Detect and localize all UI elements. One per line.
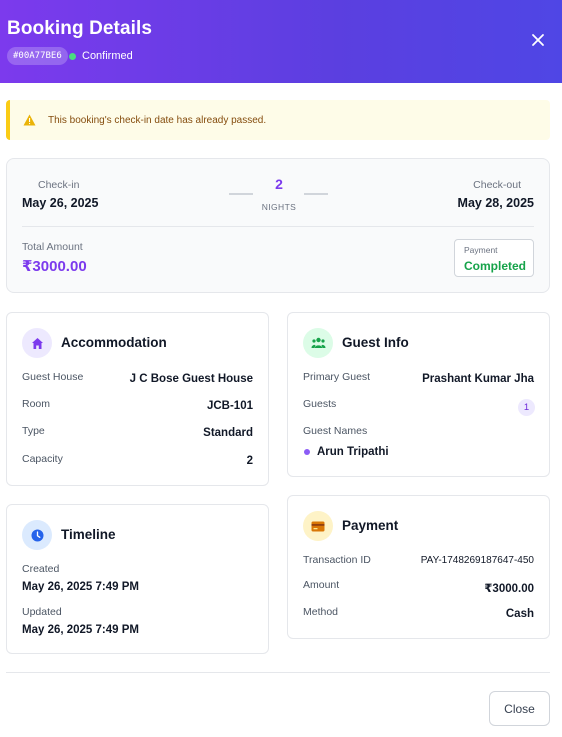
method-label: Method — [303, 606, 339, 618]
modal-header: Booking Details #00A77BE6 Confirmed — [0, 0, 562, 83]
close-button[interactable]: Close — [489, 691, 550, 726]
stay-summary: Check-in May 26, 2025 2 NIGHTS Check-out… — [6, 158, 550, 293]
type-label: Type — [22, 425, 45, 437]
alert-text: This booking's check-in date has already… — [48, 114, 267, 126]
room-label: Room — [22, 398, 51, 410]
warning-icon — [23, 113, 37, 127]
transaction-id-label: Transaction ID — [303, 554, 371, 566]
accommodation-card: Accommodation Guest House J C Bose Guest… — [6, 312, 269, 486]
guest-house-value: J C Bose Guest House — [129, 373, 253, 385]
payment-status-label: Payment — [464, 245, 498, 255]
guest-names-label: Guest Names — [303, 425, 368, 437]
clock-icon — [22, 520, 52, 550]
type-value: Standard — [203, 427, 253, 439]
footer-divider — [6, 672, 550, 673]
home-icon — [22, 328, 52, 358]
updated-value: May 26, 2025 7:49 PM — [22, 624, 139, 636]
room-value: JCB-101 — [206, 400, 253, 412]
summary-divider — [22, 226, 534, 227]
checkout-label: Check-out — [473, 179, 521, 191]
primary-guest-value: Prashant Kumar Jha — [422, 373, 534, 385]
status-dot-icon — [69, 52, 76, 60]
nights-count: 2 — [275, 176, 283, 192]
payment-card: Payment Transaction ID PAY-1748269187647… — [287, 495, 550, 639]
booking-status: Confirmed — [69, 48, 133, 64]
modal-title: Booking Details — [7, 18, 153, 39]
guests-count-badge: 1 — [518, 399, 535, 416]
amount-value: ₹3000.00 — [484, 583, 534, 595]
timeline-title: Timeline — [61, 527, 116, 542]
updated-label: Updated — [22, 606, 62, 618]
amount-label: Amount — [303, 579, 340, 591]
nights-divider-right — [304, 193, 328, 195]
credit-card-icon — [303, 511, 333, 541]
method-value: Cash — [505, 608, 534, 620]
total-amount-label: Total Amount — [22, 241, 83, 253]
primary-guest-label: Primary Guest — [303, 371, 371, 383]
created-label: Created — [22, 563, 60, 575]
nights-divider-left — [229, 193, 253, 195]
checkout-date: May 28, 2025 — [457, 196, 534, 210]
booking-id-badge: #00A77BE6 — [7, 47, 68, 65]
guest-info-card: Guest Info Primary Guest Prashant Kumar … — [287, 312, 550, 477]
checkin-passed-alert: This booking's check-in date has already… — [6, 100, 550, 140]
transaction-id-value: PAY-1748269187647-450 — [420, 555, 534, 566]
guests-label: Guests — [303, 398, 337, 410]
capacity-value: 2 — [246, 455, 253, 467]
booking-status-label: Confirmed — [82, 50, 133, 62]
payment-title: Payment — [342, 518, 399, 533]
payment-status-box: Payment Completed — [454, 239, 534, 277]
guest-info-title: Guest Info — [342, 335, 409, 350]
created-value: May 26, 2025 7:49 PM — [22, 581, 139, 593]
bullet-icon — [304, 449, 310, 455]
guest-name-item: Arun Tripathi — [304, 446, 389, 458]
users-icon — [303, 328, 333, 358]
payment-status-value: Completed — [464, 259, 527, 273]
close-icon[interactable] — [526, 28, 550, 52]
accommodation-title: Accommodation — [61, 335, 167, 350]
guest-name-text: Arun Tripathi — [317, 446, 389, 458]
total-amount-value: ₹3000.00 — [22, 258, 87, 275]
guest-house-label: Guest House — [22, 371, 84, 383]
timeline-card: Timeline Created May 26, 2025 7:49 PM Up… — [6, 504, 269, 654]
capacity-label: Capacity — [22, 453, 63, 465]
